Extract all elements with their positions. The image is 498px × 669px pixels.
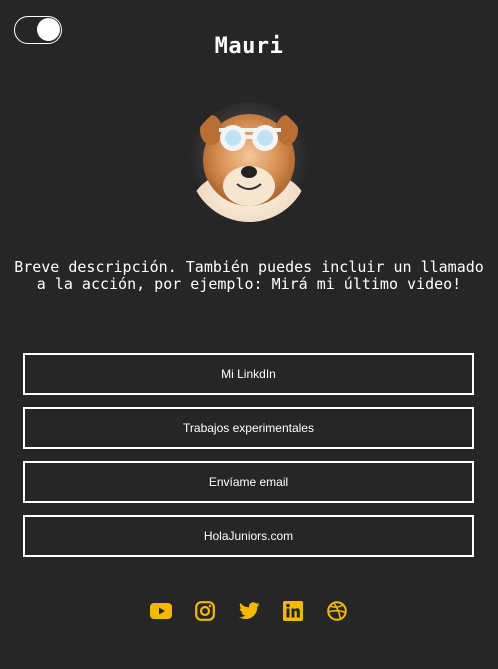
linkedin-link-button[interactable]: Mi LinkdIn bbox=[23, 353, 474, 395]
twitter-icon[interactable] bbox=[237, 599, 261, 623]
youtube-icon[interactable] bbox=[149, 599, 173, 623]
email-link-button[interactable]: Envíame email bbox=[23, 461, 474, 503]
instagram-icon[interactable] bbox=[193, 599, 217, 623]
holajuniors-link-button[interactable]: HolaJuniors.com bbox=[23, 515, 474, 557]
experimental-works-link-button[interactable]: Trabajos experimentales bbox=[23, 407, 474, 449]
dog-avatar-image bbox=[189, 102, 309, 222]
social-links bbox=[0, 599, 498, 623]
dribbble-icon[interactable] bbox=[325, 599, 349, 623]
avatar bbox=[189, 102, 309, 222]
profile-name: Mauri bbox=[214, 34, 284, 59]
link-list: Mi LinkdIn Trabajos experimentales Envía… bbox=[23, 353, 474, 569]
linkedin-icon[interactable] bbox=[281, 599, 305, 623]
profile-description: Breve descripción. También puedes inclui… bbox=[14, 258, 484, 293]
